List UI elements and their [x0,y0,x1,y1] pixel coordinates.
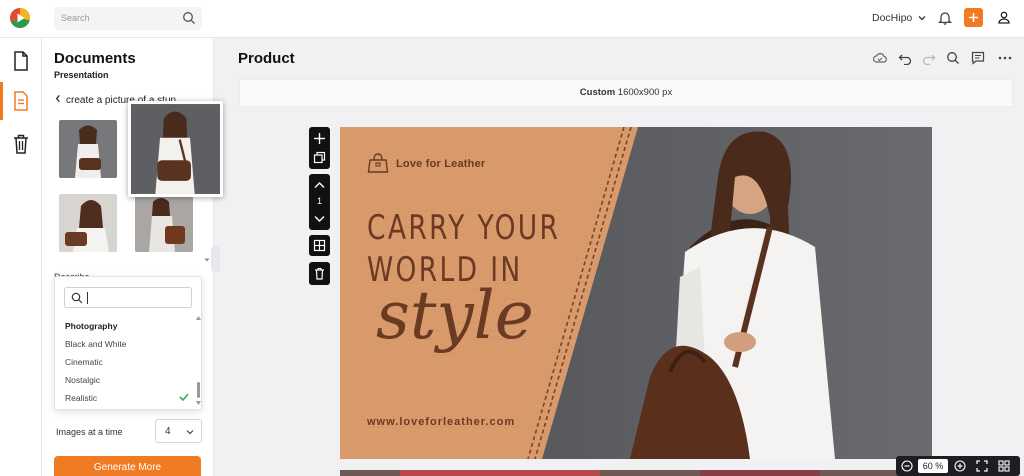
more-options-icon[interactable] [998,51,1012,65]
dropdown-scrollbar[interactable] [197,382,200,398]
search-icon[interactable] [182,11,196,25]
generated-image-thumbnail[interactable] [59,194,117,252]
zoom-value[interactable]: 60 % [918,459,948,473]
chevron-up-icon[interactable] [313,179,326,192]
fullscreen-icon[interactable] [976,460,988,472]
active-indicator [0,82,3,120]
document-title[interactable]: Product [238,50,295,67]
generated-image-thumbnail[interactable] [135,194,193,252]
workspace-menu[interactable]: DocHipo [872,12,927,24]
duplicate-page-icon[interactable] [313,151,326,164]
zoom-number: 60 [922,461,933,471]
user-avatar-icon[interactable] [996,10,1012,26]
bell-icon[interactable] [938,10,952,25]
search-box[interactable]: Search [54,7,202,30]
page-grid-icon[interactable] [998,460,1010,472]
generate-more-button[interactable]: Generate More [54,456,201,476]
chevron-down-icon [918,16,926,21]
add-page-icon[interactable] [313,132,326,145]
generated-image-preview[interactable] [128,101,223,197]
page-add-duplicate-group [309,127,330,169]
left-rail [0,38,42,476]
text-caret [87,292,88,304]
app-logo-icon[interactable] [9,7,31,29]
search-placeholder: Search [61,13,90,23]
headline-line-1: CARRY YOUR [367,208,561,248]
scroll-up-icon[interactable] [196,316,201,320]
canvas-size-bar[interactable]: Custom 1600x900 px [239,79,1013,107]
chevron-down-icon[interactable] [313,212,326,225]
dropdown-group-heading: Photography [65,321,118,331]
size-dimensions: 1600x900 px [617,87,673,98]
images-at-a-time-label: Images at a time [56,427,123,437]
zoom-controls: 60 % [896,456,1020,476]
dropdown-option[interactable]: Black and White [65,339,126,349]
scroll-down-icon[interactable] [204,257,210,263]
trash-icon[interactable] [11,133,31,155]
comment-icon[interactable] [971,51,985,65]
side-panel: Documents Presentation create a picture … [42,38,223,476]
panel-title: Documents [54,50,136,67]
plus-icon [969,13,978,22]
style-dropdown: Photography Black and White Cinematic No… [54,276,202,410]
dropdown-option[interactable]: Nostalgic [65,375,100,385]
undo-icon[interactable] [898,51,912,65]
design-canvas[interactable]: Love for Leather CARRY YOUR WORLD IN sty… [340,127,932,459]
next-page-preview[interactable] [340,470,932,476]
panel-collapse-handle[interactable] [211,246,220,272]
chevron-left-icon [55,94,60,103]
workspace-name: DocHipo [872,12,913,24]
document-icon[interactable] [11,50,31,72]
redo-icon[interactable] [922,51,936,65]
zoom-out-icon[interactable] [901,460,913,472]
panel-subtitle: Presentation [54,70,109,80]
images-count-value: 4 [165,426,171,437]
check-icon [179,393,189,402]
generated-image-thumbnail[interactable] [59,120,117,178]
search-icon[interactable] [946,51,960,65]
page-number: 1 [316,196,322,206]
handbag-icon [367,153,389,173]
dropdown-search-input[interactable] [64,287,192,308]
zoom-in-icon[interactable] [954,460,966,472]
chevron-down-icon [186,430,194,435]
grid-view-button[interactable] [309,235,330,256]
dropdown-option[interactable]: Cinematic [65,357,103,367]
size-preset: Custom [579,87,616,98]
zoom-unit: % [935,461,944,471]
brand-name[interactable]: Love for Leather [396,158,485,170]
search-icon [71,292,83,304]
delete-page-button[interactable] [309,262,330,285]
top-bar: Search DocHipo [0,0,1024,38]
create-button[interactable] [964,8,983,27]
page-navigator: 1 [309,174,330,230]
scroll-down-icon[interactable] [196,401,201,405]
cloud-save-icon[interactable] [873,51,887,65]
grid-icon [313,239,326,252]
website-url[interactable]: www.loveforleather.com [367,416,515,428]
images-count-select[interactable]: 4 [155,419,202,443]
documents-list-icon[interactable] [11,90,31,112]
script-word[interactable]: style [376,277,534,354]
dropdown-option-selected[interactable]: Realistic [65,393,97,403]
trash-icon [315,267,324,280]
